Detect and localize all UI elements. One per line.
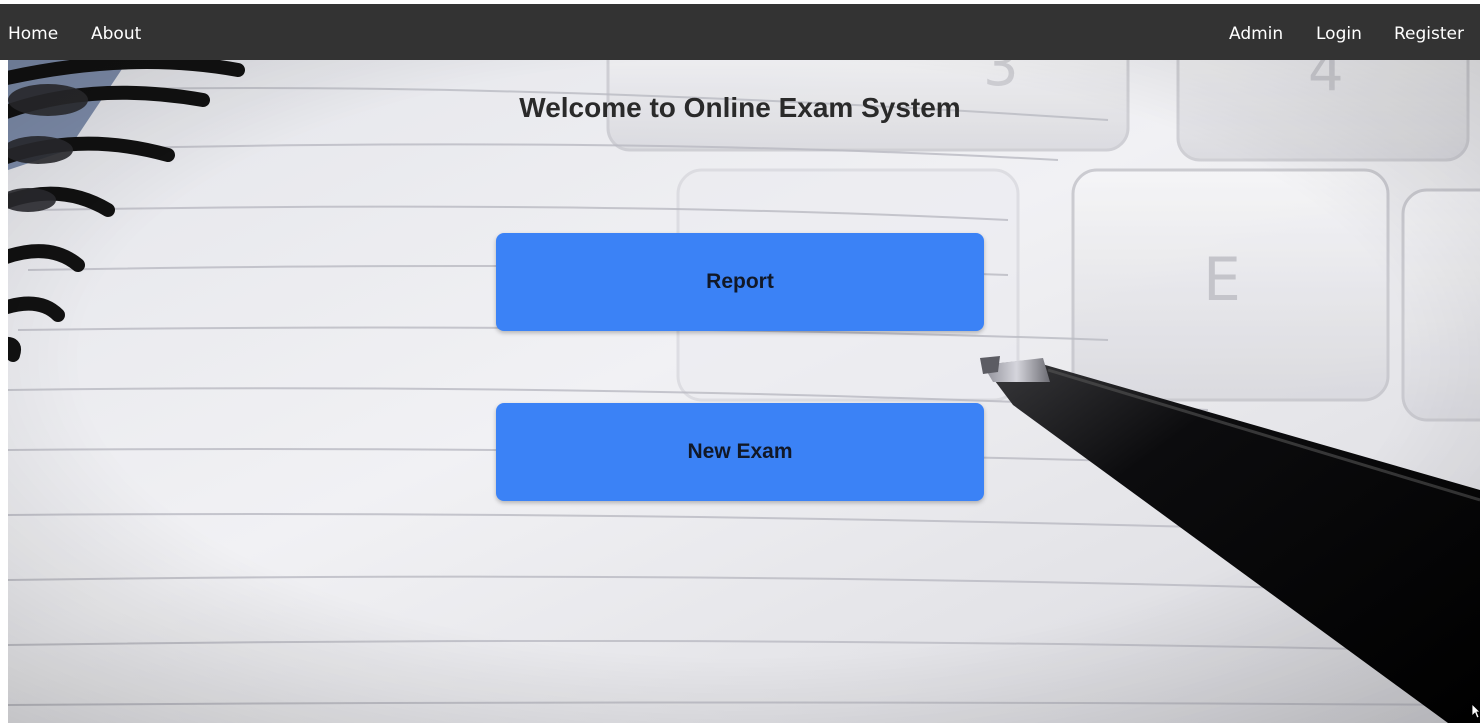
mouse-cursor-icon bbox=[1472, 704, 1480, 718]
page: Home About Admin Login Register Welcome … bbox=[0, 0, 1480, 723]
nav-link-login[interactable]: Login bbox=[1316, 23, 1362, 45]
nav-link-home[interactable]: Home bbox=[8, 23, 58, 45]
report-button[interactable]: Report bbox=[496, 233, 984, 331]
new-exam-button[interactable]: New Exam bbox=[496, 403, 984, 501]
page-title-text: Welcome to Online Exam System bbox=[519, 92, 961, 123]
nav-link-admin[interactable]: Admin bbox=[1229, 23, 1283, 45]
nav-link-register[interactable]: Register bbox=[1394, 23, 1464, 45]
hero-background-image: 3 4 E bbox=[8, 60, 1480, 723]
nav-link-about[interactable]: About bbox=[91, 23, 141, 45]
page-title: Welcome to Online Exam System bbox=[0, 90, 1480, 126]
top-navbar: Home About Admin Login Register bbox=[0, 0, 1480, 60]
